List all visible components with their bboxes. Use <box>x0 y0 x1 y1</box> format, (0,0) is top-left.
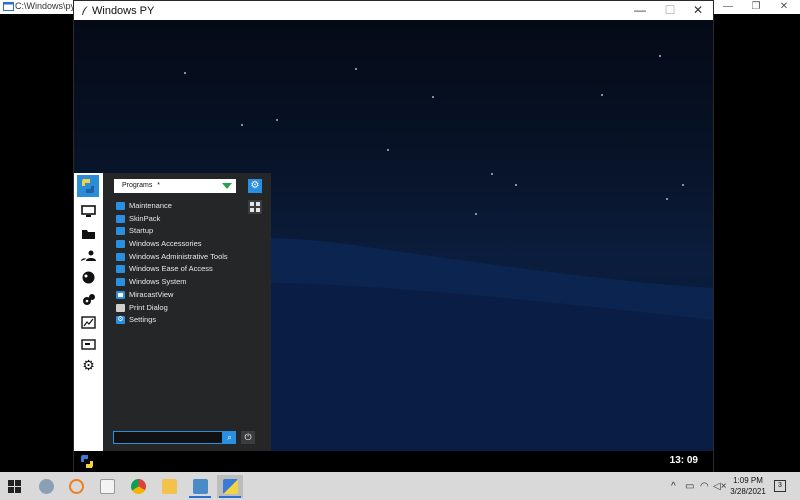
star <box>355 68 357 70</box>
programs-dropdown-marker: * <box>157 182 161 189</box>
program-item[interactable]: Windows System <box>114 276 244 289</box>
star <box>276 119 278 121</box>
power-icon[interactable]: ⏻ <box>241 431 255 444</box>
close-button[interactable]: ✕ <box>683 1 713 20</box>
star <box>515 184 517 186</box>
printer-icon <box>116 303 125 312</box>
program-item[interactable]: SkinPack <box>114 213 244 226</box>
star <box>491 173 493 175</box>
program-item[interactable]: Startup <box>114 225 244 238</box>
console-window-icon <box>3 2 14 11</box>
taskbar-app-jupyter[interactable] <box>63 475 89 498</box>
tray-chevron-icon[interactable]: ^ <box>671 481 676 492</box>
python-start-button[interactable] <box>78 452 96 471</box>
star <box>666 198 668 200</box>
search-input[interactable] <box>113 431 223 444</box>
maximize-button[interactable]: ☐ <box>655 1 685 20</box>
document-icon <box>100 479 115 494</box>
gear-icon: ⚙ <box>116 316 125 325</box>
start-menu: ⚙ Programs * ⚙ Maintenance SkinPack Star… <box>74 173 271 451</box>
palette-icon[interactable] <box>81 271 96 284</box>
gears-icon[interactable] <box>81 293 96 306</box>
program-item[interactable]: MiracastView <box>114 289 244 302</box>
volume-muted-icon[interactable]: ◁× <box>713 481 727 492</box>
program-item[interactable]: Windows Administrative Tools <box>114 251 244 264</box>
star <box>659 55 661 57</box>
folder-icon <box>116 265 125 274</box>
start-menu-sidebar: ⚙ <box>74 173 103 451</box>
taskbar-app-windows-py[interactable] <box>217 475 243 498</box>
app-icon <box>116 290 125 299</box>
taskbar-app-chrome[interactable] <box>125 475 151 498</box>
notifications-icon[interactable]: 3 <box>774 480 786 492</box>
star <box>387 149 389 151</box>
taskbar-app-cpu[interactable] <box>33 475 59 498</box>
windows-start-icon[interactable] <box>8 480 22 494</box>
outer-minimize-button[interactable]: — <box>716 0 740 14</box>
outer-window-title: C:\Windows\py.e <box>15 1 73 11</box>
dropdown-arrow-icon <box>222 183 232 189</box>
windows-taskbar: ^ ▭ ◠ ◁× 1:09 PM 3/28/2021 3 <box>0 472 800 500</box>
file-explorer-icon <box>162 479 177 494</box>
outer-close-button[interactable]: ✕ <box>772 0 796 14</box>
minimize-button[interactable]: — <box>625 1 655 20</box>
python-logo-icon <box>223 479 238 494</box>
program-list: Maintenance SkinPack Startup Windows Acc… <box>114 200 244 327</box>
star <box>475 213 477 215</box>
users-icon[interactable] <box>81 249 96 262</box>
folder-icon <box>116 252 125 261</box>
wifi-icon[interactable]: ◠ <box>700 481 709 492</box>
programs-dropdown[interactable]: Programs * <box>114 179 236 193</box>
taskbar-app-editor[interactable] <box>94 475 120 498</box>
jupyter-icon <box>69 479 84 494</box>
star <box>601 94 603 96</box>
program-item[interactable]: Windows Accessories <box>114 238 244 251</box>
cpu-meter-icon <box>39 479 54 494</box>
tiles-view-button[interactable] <box>248 200 262 214</box>
window-title: Windows PY <box>92 5 155 17</box>
clock-date: 3/28/2021 <box>730 487 766 496</box>
clock-time: 1:09 PM <box>733 476 763 485</box>
star <box>682 184 684 186</box>
program-item[interactable]: Windows Ease of Access <box>114 263 244 276</box>
folder-icon <box>116 240 125 249</box>
folder-icon <box>116 214 125 223</box>
performance-icon[interactable] <box>81 316 96 329</box>
python-logo-icon[interactable] <box>77 175 99 197</box>
system-clock[interactable]: 1:09 PM 3/28/2021 <box>728 475 768 497</box>
window-titlebar[interactable]: Windows PY — ☐ ✕ <box>74 1 713 20</box>
folder-icon <box>116 278 125 287</box>
star <box>184 72 186 74</box>
program-item[interactable]: Print Dialog <box>114 302 244 315</box>
folder-icon[interactable] <box>81 227 96 240</box>
monitor-icon[interactable] <box>81 205 96 218</box>
program-item[interactable]: Maintenance <box>114 200 244 213</box>
app-clock: 13: 09 <box>669 455 698 466</box>
taskbar-app-explorer[interactable] <box>156 475 182 498</box>
search-icon[interactable]: ⌕ <box>223 431 236 444</box>
chrome-icon <box>131 479 146 494</box>
outer-restore-button[interactable]: ❐ <box>744 0 768 14</box>
taskbar-app-python[interactable] <box>187 475 213 498</box>
folder-icon <box>116 202 125 210</box>
python-app-icon <box>193 479 208 494</box>
feather-icon <box>82 6 88 15</box>
app-taskbar: 13: 09 <box>74 451 713 472</box>
program-item[interactable]: ⚙ Settings <box>114 314 244 327</box>
programs-dropdown-value: Programs <box>122 182 153 189</box>
window-icon[interactable] <box>81 338 96 351</box>
settings-gear-icon[interactable]: ⚙ <box>81 358 96 372</box>
tray-monitor-icon[interactable]: ▭ <box>685 481 694 492</box>
star <box>241 124 243 126</box>
folder-icon <box>116 227 125 236</box>
menu-settings-button[interactable]: ⚙ <box>248 179 262 193</box>
star <box>432 96 434 98</box>
windows-py-window: Windows PY — ☐ ✕ ⚙ Programs * ⚙ Maintena… <box>73 0 714 472</box>
